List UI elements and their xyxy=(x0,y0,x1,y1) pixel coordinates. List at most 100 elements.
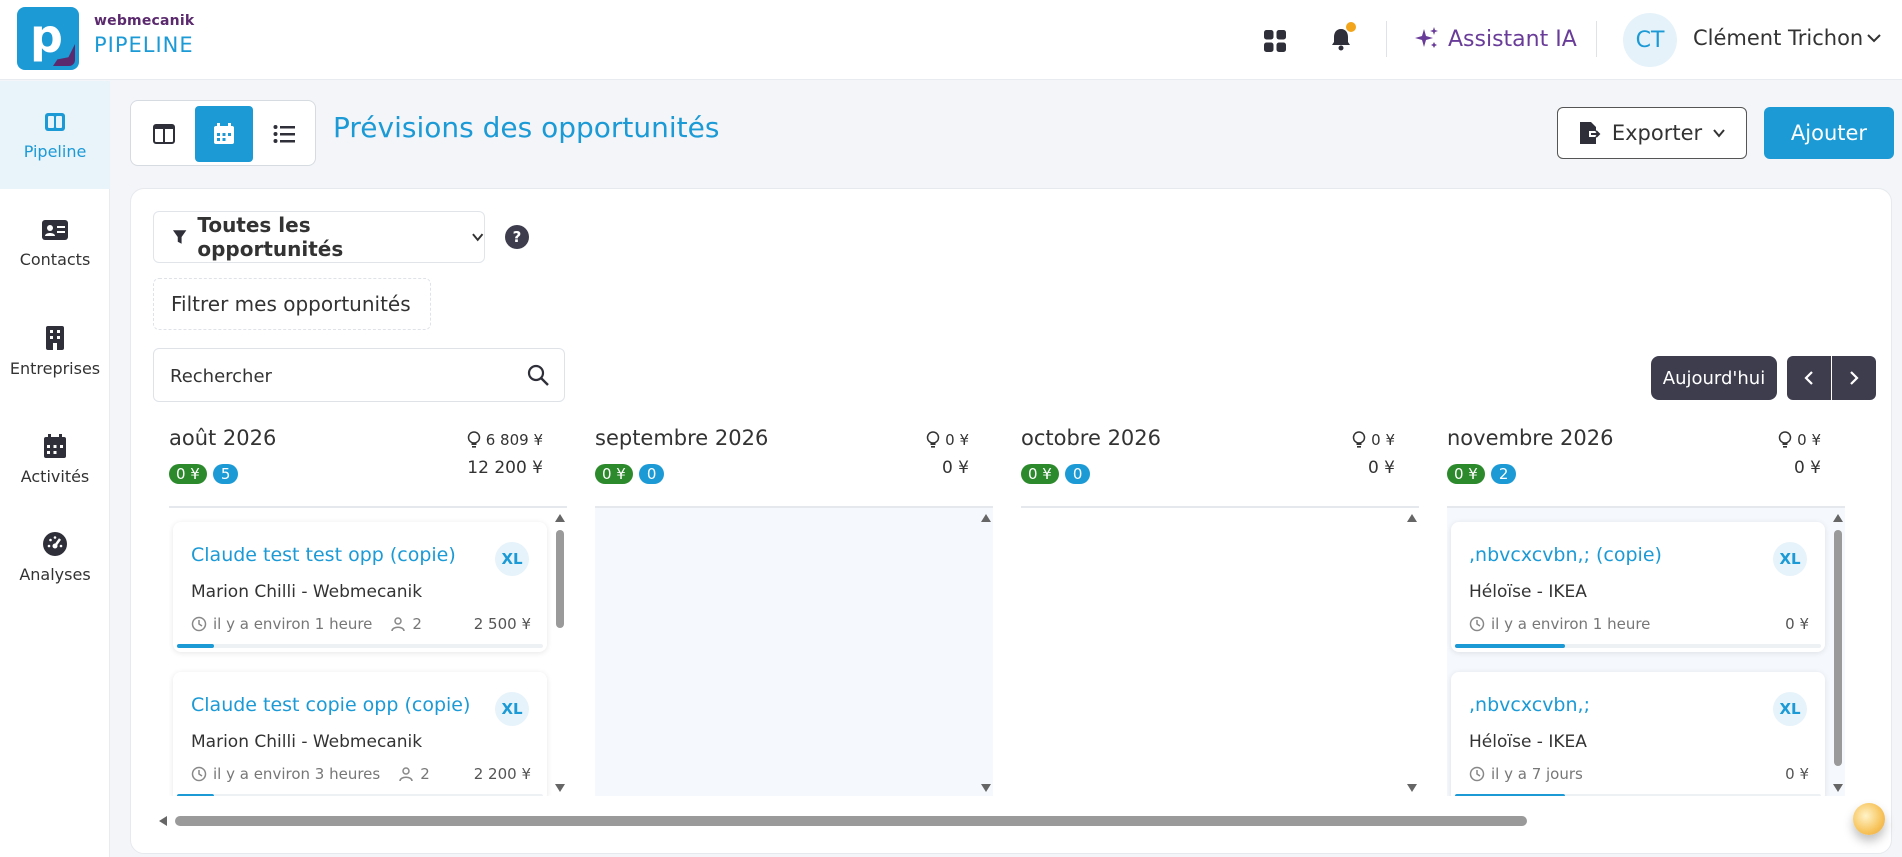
card-title[interactable]: ,nbvcxcvbn,; (copie) xyxy=(1469,544,1759,566)
count-pill: 0 xyxy=(638,464,665,484)
amount-pill: 0 ¥ xyxy=(595,464,633,484)
sidebar-item-label: Activités xyxy=(20,466,90,486)
sparkle-icon xyxy=(1415,27,1438,48)
progress-fill xyxy=(177,644,214,648)
user-avatar[interactable]: CT xyxy=(1623,13,1677,67)
sidebar-item-activites[interactable]: Activités xyxy=(0,405,110,513)
filter-icon xyxy=(172,230,187,244)
assistant-ia-label: Assistant IA xyxy=(1448,26,1577,52)
export-button[interactable]: Exporter xyxy=(1557,107,1747,159)
opportunity-filter-dropdown[interactable]: Toutes les opportunités xyxy=(153,211,485,263)
opportunity-card[interactable]: Claude test test opp (copie) XL Marion C… xyxy=(173,522,547,652)
pipeline-icon xyxy=(45,112,65,131)
month-column: septembre 2026 0 ¥ 0 ¥ 0 ¥ 0 xyxy=(583,426,993,831)
scroll-thumb[interactable] xyxy=(175,816,1527,826)
vertical-scrollbar[interactable] xyxy=(1831,508,1845,796)
column-pills: 0 ¥ 2 xyxy=(1447,464,1517,484)
card-title[interactable]: Claude test copie opp (copie) xyxy=(191,694,481,716)
card-amount: 0 ¥ xyxy=(1785,615,1809,633)
card-title[interactable]: Claude test test opp (copie) xyxy=(191,544,481,566)
previous-month-button[interactable] xyxy=(1787,356,1831,400)
app-logo[interactable]: p xyxy=(17,7,79,70)
calendar-icon xyxy=(214,123,234,144)
size-badge: XL xyxy=(495,692,529,726)
potential-amount: 0 ¥ xyxy=(1352,431,1395,449)
card-time: il y a environ 1 heure xyxy=(1491,615,1651,633)
progress-fill xyxy=(177,794,214,796)
potential-amount: 6 809 ¥ xyxy=(467,431,543,449)
apps-grid-icon[interactable] xyxy=(1258,24,1292,58)
card-title[interactable]: ,nbvcxcvbn,; xyxy=(1469,694,1759,716)
filter-mine-button[interactable]: Filtrer mes opportunités xyxy=(153,278,431,330)
help-icon[interactable]: ? xyxy=(505,225,529,249)
list-icon xyxy=(273,125,295,143)
card-time: il y a 7 jours xyxy=(1491,765,1583,783)
card-users: 2 xyxy=(412,615,422,633)
search-icon[interactable] xyxy=(526,363,550,387)
amount-pill: 0 ¥ xyxy=(1021,464,1059,484)
view-switcher xyxy=(130,100,316,166)
header-divider xyxy=(1596,21,1597,57)
count-pill: 5 xyxy=(212,464,239,484)
clock-icon xyxy=(1469,766,1485,782)
vertical-scrollbar[interactable] xyxy=(1405,508,1419,796)
kanban-view-button[interactable] xyxy=(135,106,193,162)
chevron-left-icon xyxy=(1804,371,1813,385)
month-title: novembre 2026 xyxy=(1447,426,1614,450)
contact-card-icon xyxy=(42,219,68,240)
opportunity-card[interactable]: ,nbvcxcvbn,; XL Héloïse - IKEA il y a 7 … xyxy=(1451,672,1825,796)
month-column: octobre 2026 0 ¥ 0 ¥ 0 ¥ 0 xyxy=(1009,426,1419,831)
month-column: novembre 2026 0 ¥ 0 ¥ 0 ¥ 2 ,nbvcxcvbn,;… xyxy=(1435,426,1845,831)
sidebar-item-contacts[interactable]: Contacts xyxy=(0,189,110,297)
user-icon xyxy=(391,617,406,632)
opportunity-card[interactable]: ,nbvcxcvbn,; (copie) XL Héloïse - IKEA i… xyxy=(1451,522,1825,652)
card-contact: Marion Chilli - Webmecanik xyxy=(191,732,423,752)
month-title: août 2026 xyxy=(169,426,277,450)
opportunity-card[interactable]: Claude test copie opp (copie) XL Marion … xyxy=(173,672,547,796)
total-amount: 0 ¥ xyxy=(1367,458,1395,478)
filter-dropdown-label: Toutes les opportunités xyxy=(197,213,344,261)
next-month-button[interactable] xyxy=(1832,356,1876,400)
sidebar-item-pipeline[interactable]: Pipeline xyxy=(0,81,110,189)
sidebar-item-label: Contacts xyxy=(19,249,91,269)
chevron-down-icon xyxy=(471,233,483,242)
progress-bar xyxy=(1455,794,1821,796)
amount-pill: 0 ¥ xyxy=(169,464,207,484)
sidebar-item-label: Analyses xyxy=(19,564,91,584)
search-input[interactable] xyxy=(170,362,510,390)
vertical-scrollbar[interactable] xyxy=(979,508,993,796)
card-amount: 0 ¥ xyxy=(1785,765,1809,783)
card-meta: il y a environ 1 heure 2 2 500 ¥ xyxy=(191,615,531,633)
amount-pill: 0 ¥ xyxy=(1447,464,1485,484)
assistant-ia-button[interactable]: Assistant IA xyxy=(1414,22,1577,56)
vertical-scrollbar[interactable] xyxy=(553,508,567,796)
size-badge: XL xyxy=(1773,692,1807,726)
page-title: Prévisions des opportunités xyxy=(333,111,720,144)
month-title: octobre 2026 xyxy=(1021,426,1162,450)
user-name[interactable]: Clément Trichon xyxy=(1693,26,1863,50)
list-view-button[interactable] xyxy=(255,106,313,162)
month-column: août 2026 6 809 ¥ 12 200 ¥ 0 ¥ 5 Claude … xyxy=(157,426,567,831)
calendar-view-button[interactable] xyxy=(195,106,253,162)
horizontal-scrollbar[interactable] xyxy=(159,813,1891,829)
sidebar-item-entreprises[interactable]: Entreprises xyxy=(0,297,110,405)
column-pills: 0 ¥ 5 xyxy=(169,464,239,484)
search-box xyxy=(153,348,565,402)
card-time: il y a environ 3 heures xyxy=(213,765,381,783)
add-button[interactable]: Ajouter xyxy=(1764,107,1894,159)
help-orb-icon[interactable] xyxy=(1853,803,1885,835)
export-label: Exporter xyxy=(1611,121,1703,145)
column-body: Claude test test opp (copie) XL Marion C… xyxy=(169,506,567,796)
chevron-down-icon[interactable] xyxy=(1866,30,1882,46)
kanban-icon xyxy=(153,124,175,144)
today-button[interactable]: Aujourd'hui xyxy=(1651,356,1777,400)
brand-name-bottom: PIPELINE xyxy=(94,33,194,57)
total-amount: 0 ¥ xyxy=(941,458,969,478)
sidebar-item-analyses[interactable]: Analyses xyxy=(0,503,110,611)
brand-name-top: webmecanik xyxy=(94,13,195,29)
top-bar: p webmecanik PIPELINE Assistant IA CT Cl… xyxy=(0,0,1902,80)
lightbulb-icon xyxy=(926,431,940,448)
card-amount: 2 200 ¥ xyxy=(473,765,531,783)
scroll-left-arrow[interactable] xyxy=(159,816,167,826)
notification-dot xyxy=(1346,22,1356,32)
